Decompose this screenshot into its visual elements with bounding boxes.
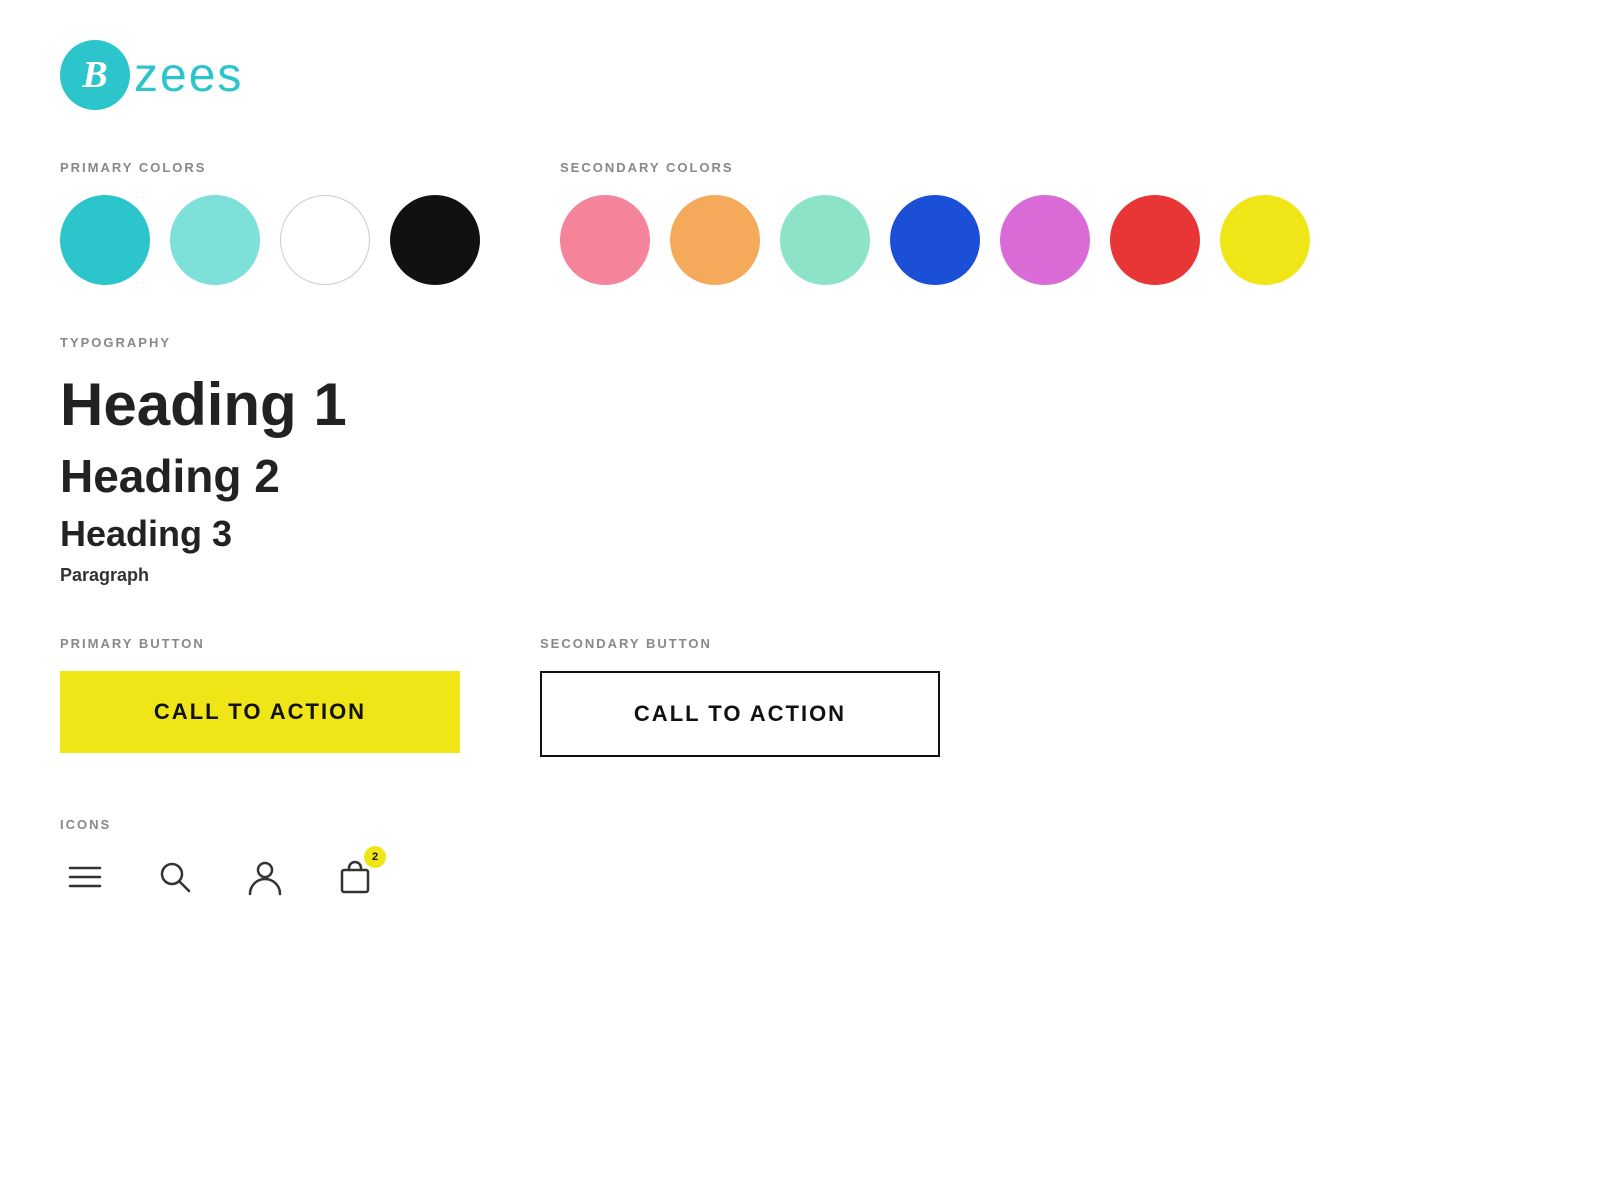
logo-wordmark: zees bbox=[134, 48, 243, 103]
user-svg bbox=[246, 858, 284, 896]
search-icon[interactable] bbox=[150, 852, 200, 902]
heading3-sample: Heading 3 bbox=[60, 513, 1540, 555]
icons-row: 2 bbox=[60, 852, 1540, 902]
swatch-mint bbox=[780, 195, 870, 285]
primary-colors-label: PRIMARY COLORS bbox=[60, 160, 480, 175]
swatch-teal bbox=[60, 195, 150, 285]
primary-button-label: PRIMARY BUTTON bbox=[60, 636, 460, 651]
icons-section: ICONS bbox=[60, 817, 1540, 902]
swatch-purple bbox=[1000, 195, 1090, 285]
cart-icon[interactable]: 2 bbox=[330, 852, 380, 902]
logo-icon: B bbox=[60, 40, 130, 110]
swatch-white bbox=[280, 195, 370, 285]
secondary-colors-group: SECONDARY COLORS bbox=[560, 160, 1310, 285]
cart-badge: 2 bbox=[364, 846, 386, 868]
hamburger-menu-icon[interactable] bbox=[60, 852, 110, 902]
swatch-light-teal bbox=[170, 195, 260, 285]
swatch-pink bbox=[560, 195, 650, 285]
secondary-color-swatches bbox=[560, 195, 1310, 285]
primary-color-swatches bbox=[60, 195, 480, 285]
secondary-colors-label: SECONDARY COLORS bbox=[560, 160, 1310, 175]
paragraph-sample: Paragraph bbox=[60, 565, 1540, 586]
menu-svg bbox=[66, 858, 104, 896]
search-svg bbox=[156, 858, 194, 896]
secondary-button-label: SECONDARY BUTTON bbox=[540, 636, 940, 651]
heading1-sample: Heading 1 bbox=[60, 370, 1540, 439]
icons-label: ICONS bbox=[60, 817, 1540, 832]
primary-cta-button[interactable]: CALL TO ACTION bbox=[60, 671, 460, 753]
heading2-sample: Heading 2 bbox=[60, 449, 1540, 503]
logo-b-letter: B bbox=[82, 53, 107, 97]
swatch-red bbox=[1110, 195, 1200, 285]
primary-button-group: PRIMARY BUTTON CALL TO ACTION bbox=[60, 636, 460, 753]
buttons-section: PRIMARY BUTTON CALL TO ACTION SECONDARY … bbox=[60, 636, 1540, 757]
primary-colors-group: PRIMARY COLORS bbox=[60, 160, 480, 285]
secondary-button-group: SECONDARY BUTTON CALL TO ACTION bbox=[540, 636, 940, 757]
typography-section: TYPOGRAPHY Heading 1 Heading 2 Heading 3… bbox=[60, 335, 1540, 586]
logo: B zees bbox=[60, 40, 1540, 110]
secondary-cta-button[interactable]: CALL TO ACTION bbox=[540, 671, 940, 757]
typography-label: TYPOGRAPHY bbox=[60, 335, 1540, 350]
colors-section: PRIMARY COLORS SECONDARY COLORS bbox=[60, 160, 1540, 285]
user-icon[interactable] bbox=[240, 852, 290, 902]
swatch-black bbox=[390, 195, 480, 285]
swatch-yellow bbox=[1220, 195, 1310, 285]
swatch-orange bbox=[670, 195, 760, 285]
swatch-blue bbox=[890, 195, 980, 285]
